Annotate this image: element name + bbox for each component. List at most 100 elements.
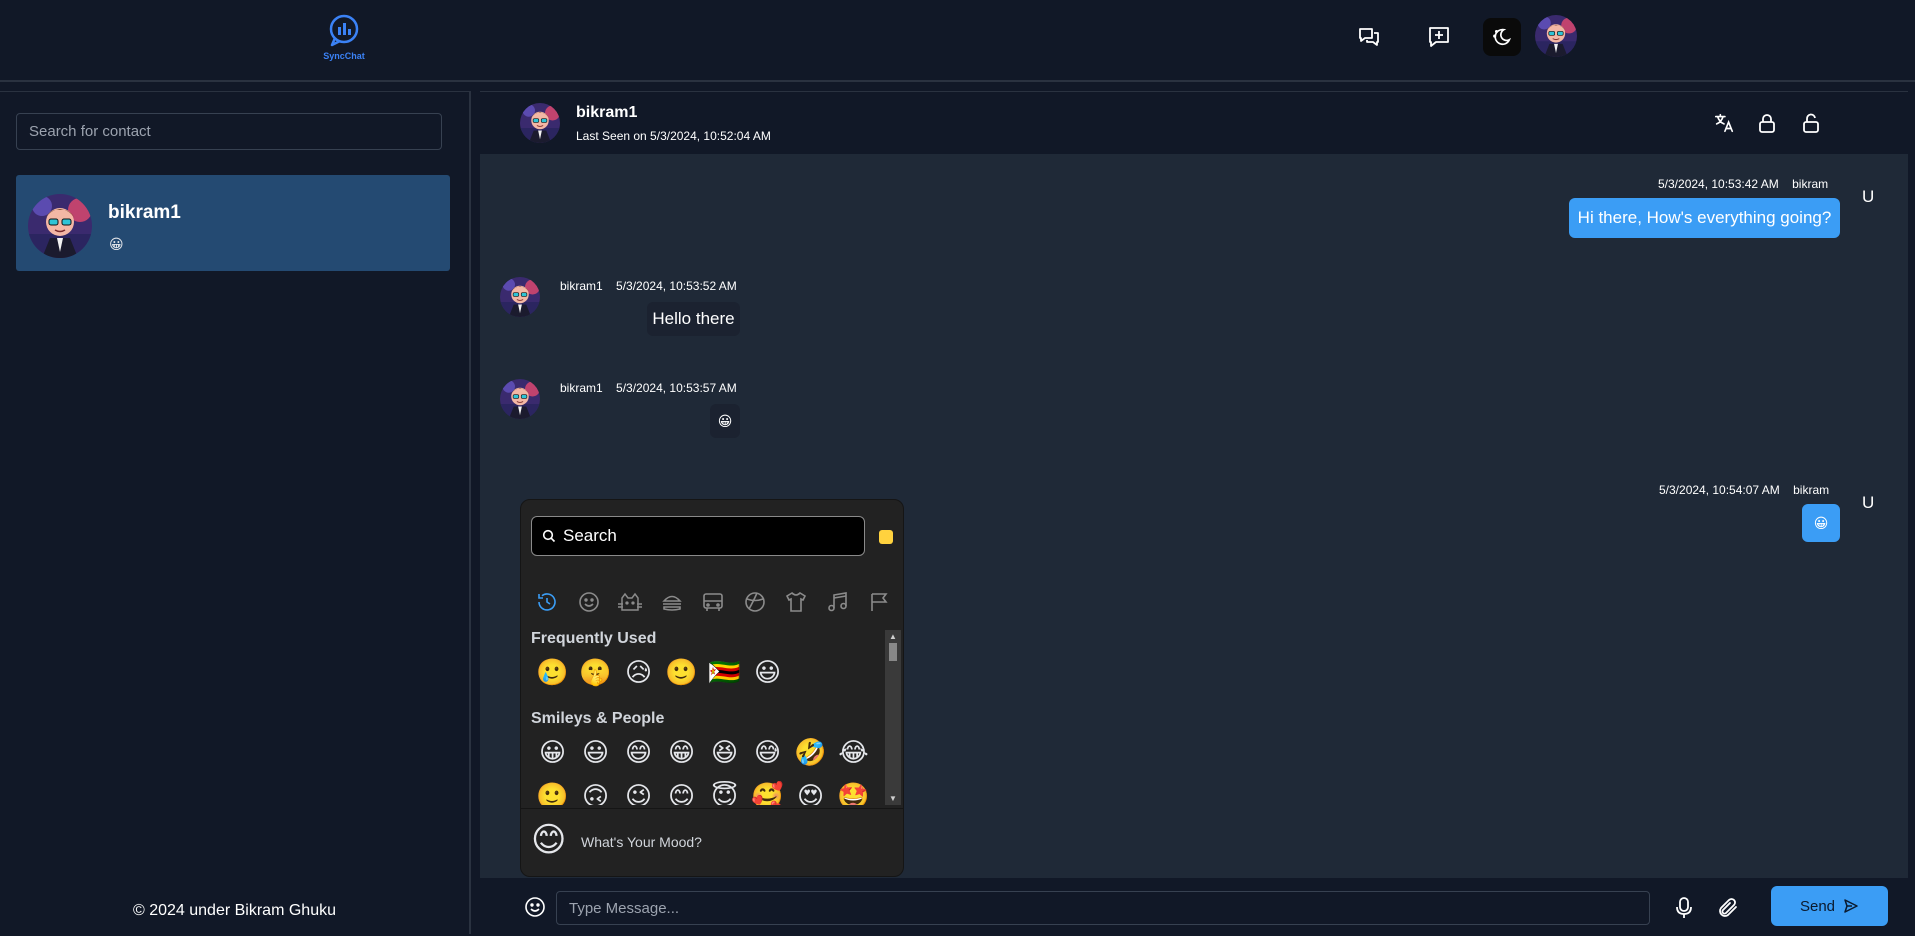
contact-search-input[interactable] xyxy=(16,113,442,150)
emoji-preview: 😊 What's Your Mood? xyxy=(521,808,903,876)
chat-contact-avatar[interactable] xyxy=(520,103,560,143)
message-sender: bikram xyxy=(1792,177,1829,191)
music-icon xyxy=(827,592,847,612)
last-seen-text: Last Seen on 5/3/2024, 10:52:04 AM xyxy=(576,129,771,143)
emoji-item[interactable]: 😉 xyxy=(617,782,660,805)
message-sender: bikram xyxy=(1793,483,1830,497)
attach-file-button[interactable] xyxy=(1715,895,1741,921)
app-logo[interactable]: SyncChat xyxy=(322,14,366,64)
message-meta: 5/3/2024, 10:54:07 AM bikram xyxy=(1659,483,1829,497)
message-input[interactable] xyxy=(556,891,1650,925)
message-timestamp: 5/3/2024, 10:54:07 AM xyxy=(1659,483,1780,497)
chat-panel: bikram1 Last Seen on 5/3/2024, 10:52:04 … xyxy=(480,91,1908,934)
emoji-item[interactable]: 🥲 xyxy=(531,658,574,688)
microphone-icon xyxy=(1676,897,1692,918)
category-symbols[interactable] xyxy=(824,588,852,616)
emoji-item[interactable]: 😆 xyxy=(703,738,746,768)
unlock-button[interactable] xyxy=(1798,110,1824,136)
message-meta: bikram1 5/3/2024, 10:53:57 AM xyxy=(560,381,737,395)
category-food[interactable] xyxy=(658,588,686,616)
scrollbar-thumb[interactable] xyxy=(889,643,897,661)
paperclip-icon xyxy=(1719,898,1737,917)
message-bubble-outgoing[interactable]: 😀 xyxy=(1802,504,1840,542)
emoji-item[interactable]: 😍 xyxy=(789,782,832,805)
translate-icon xyxy=(1714,113,1734,133)
emoji-item[interactable]: 🙂 xyxy=(660,658,703,688)
smileys-heading: Smileys & People xyxy=(531,710,665,727)
send-icon xyxy=(1844,899,1858,913)
contacts-sidebar: bikram1 😀 © 2024 under Bikram Ghuku xyxy=(0,91,471,934)
emoji-toggle-button[interactable] xyxy=(522,894,548,920)
emoji-item[interactable]: 😂 xyxy=(832,738,875,768)
emoji-item[interactable]: 🙃 xyxy=(574,782,617,805)
conversations-button[interactable] xyxy=(1350,18,1388,56)
chat-contact-name: bikram1 xyxy=(576,104,638,121)
travel-icon xyxy=(703,593,723,611)
category-travel[interactable] xyxy=(699,588,727,616)
message-meta: 5/3/2024, 10:53:42 AM bikram xyxy=(1658,177,1828,191)
top-bar: SyncChat xyxy=(0,0,1915,82)
category-flags[interactable] xyxy=(865,588,893,616)
emoji-category-bar xyxy=(533,588,893,616)
contact-item-bikram1[interactable]: bikram1 😀 xyxy=(16,175,450,271)
emoji-item[interactable]: 😥 xyxy=(617,658,660,688)
mood-prompt: What's Your Mood? xyxy=(581,834,702,850)
emoji-item[interactable]: 😊 xyxy=(660,782,703,805)
cat-icon xyxy=(618,592,642,611)
user-avatar[interactable] xyxy=(1535,15,1577,57)
emoji-item[interactable]: 🤩 xyxy=(832,782,875,805)
voice-record-button[interactable] xyxy=(1672,895,1696,921)
send-button[interactable]: Send xyxy=(1771,886,1888,926)
flag-icon xyxy=(871,593,888,611)
message-bubble-incoming[interactable]: Hello there xyxy=(647,302,740,336)
lock-button[interactable] xyxy=(1754,110,1780,136)
category-animals[interactable] xyxy=(616,588,644,616)
category-smileys[interactable] xyxy=(575,588,603,616)
message-bubble-incoming[interactable]: 😀 xyxy=(710,404,740,438)
scroll-down-arrow[interactable]: ▼ xyxy=(887,794,899,804)
emoji-item[interactable]: 😅 xyxy=(746,738,789,768)
message-composer: Send xyxy=(480,878,1908,934)
emoji-item[interactable]: 🤣 xyxy=(789,738,832,768)
emoji-item[interactable]: 😇 xyxy=(703,782,746,805)
logo-text: SyncChat xyxy=(323,51,365,61)
message-timestamp: 5/3/2024, 10:53:52 AM xyxy=(616,279,737,293)
emoji-item[interactable]: 🇿🇼 xyxy=(703,658,746,688)
emoji-item[interactable]: 😀 xyxy=(531,738,574,768)
sender-avatar-letter: U xyxy=(1862,187,1875,206)
message-avatar xyxy=(500,379,540,419)
chat-bubbles-icon xyxy=(1359,28,1379,46)
emoji-item[interactable]: 😃 xyxy=(574,738,617,768)
emoji-item[interactable]: 🤫 xyxy=(574,658,617,688)
contact-avatar xyxy=(28,194,92,258)
lock-icon xyxy=(1759,114,1775,133)
translate-button[interactable] xyxy=(1711,110,1737,136)
frequently-used-heading: Frequently Used xyxy=(531,630,657,647)
emoji-item[interactable]: 😁 xyxy=(660,738,703,768)
smiley-icon xyxy=(525,897,545,917)
emoji-grid: Frequently Used 🥲 🤫 😥 🙂 🇿🇼 😃 Smileys & P… xyxy=(521,630,885,805)
send-label: Send xyxy=(1799,897,1836,915)
scroll-up-arrow[interactable]: ▲ xyxy=(887,632,899,642)
contact-name: bikram1 xyxy=(108,202,181,223)
emoji-search-field[interactable]: Search xyxy=(531,516,865,556)
new-chat-button[interactable] xyxy=(1420,18,1458,56)
category-activities[interactable] xyxy=(741,588,769,616)
emoji-item[interactable]: 🙂 xyxy=(531,782,574,805)
category-recent[interactable] xyxy=(533,588,561,616)
unlock-icon xyxy=(1803,113,1819,133)
emoji-item[interactable]: 🥰 xyxy=(746,782,789,805)
emoji-search-placeholder: Search xyxy=(563,526,617,545)
message-sender: bikram1 xyxy=(560,279,603,293)
emoji-item[interactable]: 😄 xyxy=(617,738,660,768)
message-timestamp: 5/3/2024, 10:53:42 AM xyxy=(1658,177,1779,191)
copyright-text: © 2024 under Bikram Ghuku xyxy=(132,902,336,919)
message-bubble-outgoing[interactable]: Hi there, How's everything going? xyxy=(1569,198,1840,238)
logo-icon xyxy=(329,14,359,47)
emoji-picker: Search Frequently Used 🥲 🤫 😥 🙂 🇿🇼 😃 Smil… xyxy=(520,499,904,877)
food-icon xyxy=(661,595,682,611)
emoji-item[interactable]: 😃 xyxy=(746,658,789,688)
skin-tone-selector[interactable] xyxy=(879,530,893,544)
theme-toggle-button[interactable] xyxy=(1483,18,1521,56)
category-objects[interactable] xyxy=(782,588,810,616)
